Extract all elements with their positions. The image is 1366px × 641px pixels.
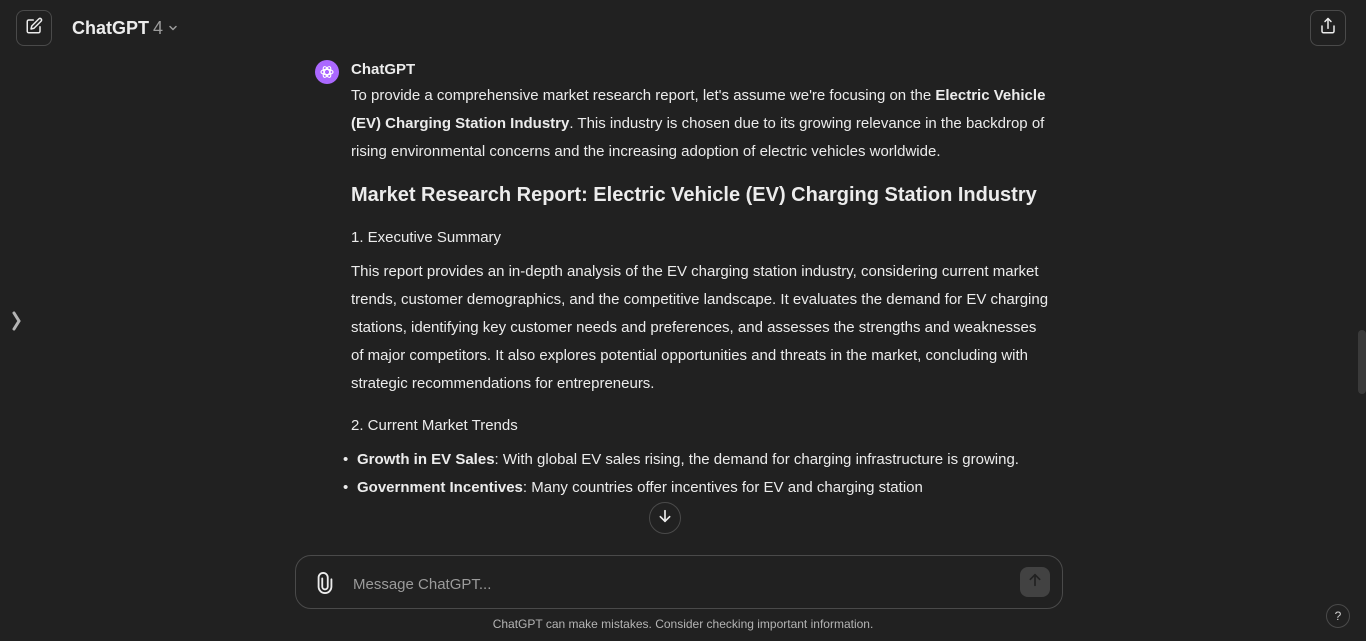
- assistant-message: To provide a comprehensive market resear…: [343, 82, 1051, 502]
- help-icon: ?: [1334, 609, 1342, 623]
- report-heading: Market Research Report: Electric Vehicle…: [351, 184, 1037, 206]
- model-version: 4: [153, 18, 164, 38]
- help-button[interactable]: ?: [1326, 604, 1350, 628]
- executive-summary-paragraph: This report provides an in-depth analysi…: [351, 263, 1049, 392]
- scroll-to-bottom-button[interactable]: [649, 502, 681, 534]
- model-name: ChatGPT: [72, 18, 150, 38]
- list-item: Government Incentives: Many countries of…: [343, 474, 1051, 502]
- new-chat-button[interactable]: [16, 10, 52, 46]
- arrow-up-icon: [1027, 572, 1043, 593]
- paperclip-icon: [314, 572, 336, 599]
- message-author: ChatGPT: [351, 61, 416, 78]
- list-item: Growth in EV Sales: With global EV sales…: [343, 446, 1051, 474]
- intro-paragraph: To provide a comprehensive market resear…: [351, 87, 1046, 160]
- attach-button[interactable]: [314, 571, 336, 595]
- message-input[interactable]: [351, 570, 995, 598]
- section-title-executive-summary: 1. Executive Summary: [351, 229, 502, 246]
- chat-thread: ChatGPT To provide a comprehensive marke…: [0, 58, 1366, 553]
- disclaimer-text: ChatGPT can make mistakes. Consider chec…: [492, 617, 874, 631]
- share-button[interactable]: [1310, 10, 1346, 46]
- send-button[interactable]: [1020, 567, 1050, 597]
- market-trends-list: Growth in EV Sales: With global EV sales…: [343, 446, 1051, 502]
- openai-logo-icon: [315, 60, 339, 84]
- message-composer: [295, 555, 1063, 609]
- section-title-market-trends: 2. Current Market Trends: [351, 417, 518, 434]
- edit-icon: [25, 17, 43, 40]
- share-icon: [1319, 17, 1337, 40]
- arrow-down-icon: [657, 508, 673, 529]
- chevron-down-icon: [167, 18, 179, 39]
- model-selector[interactable]: ChatGPT 4: [72, 18, 179, 39]
